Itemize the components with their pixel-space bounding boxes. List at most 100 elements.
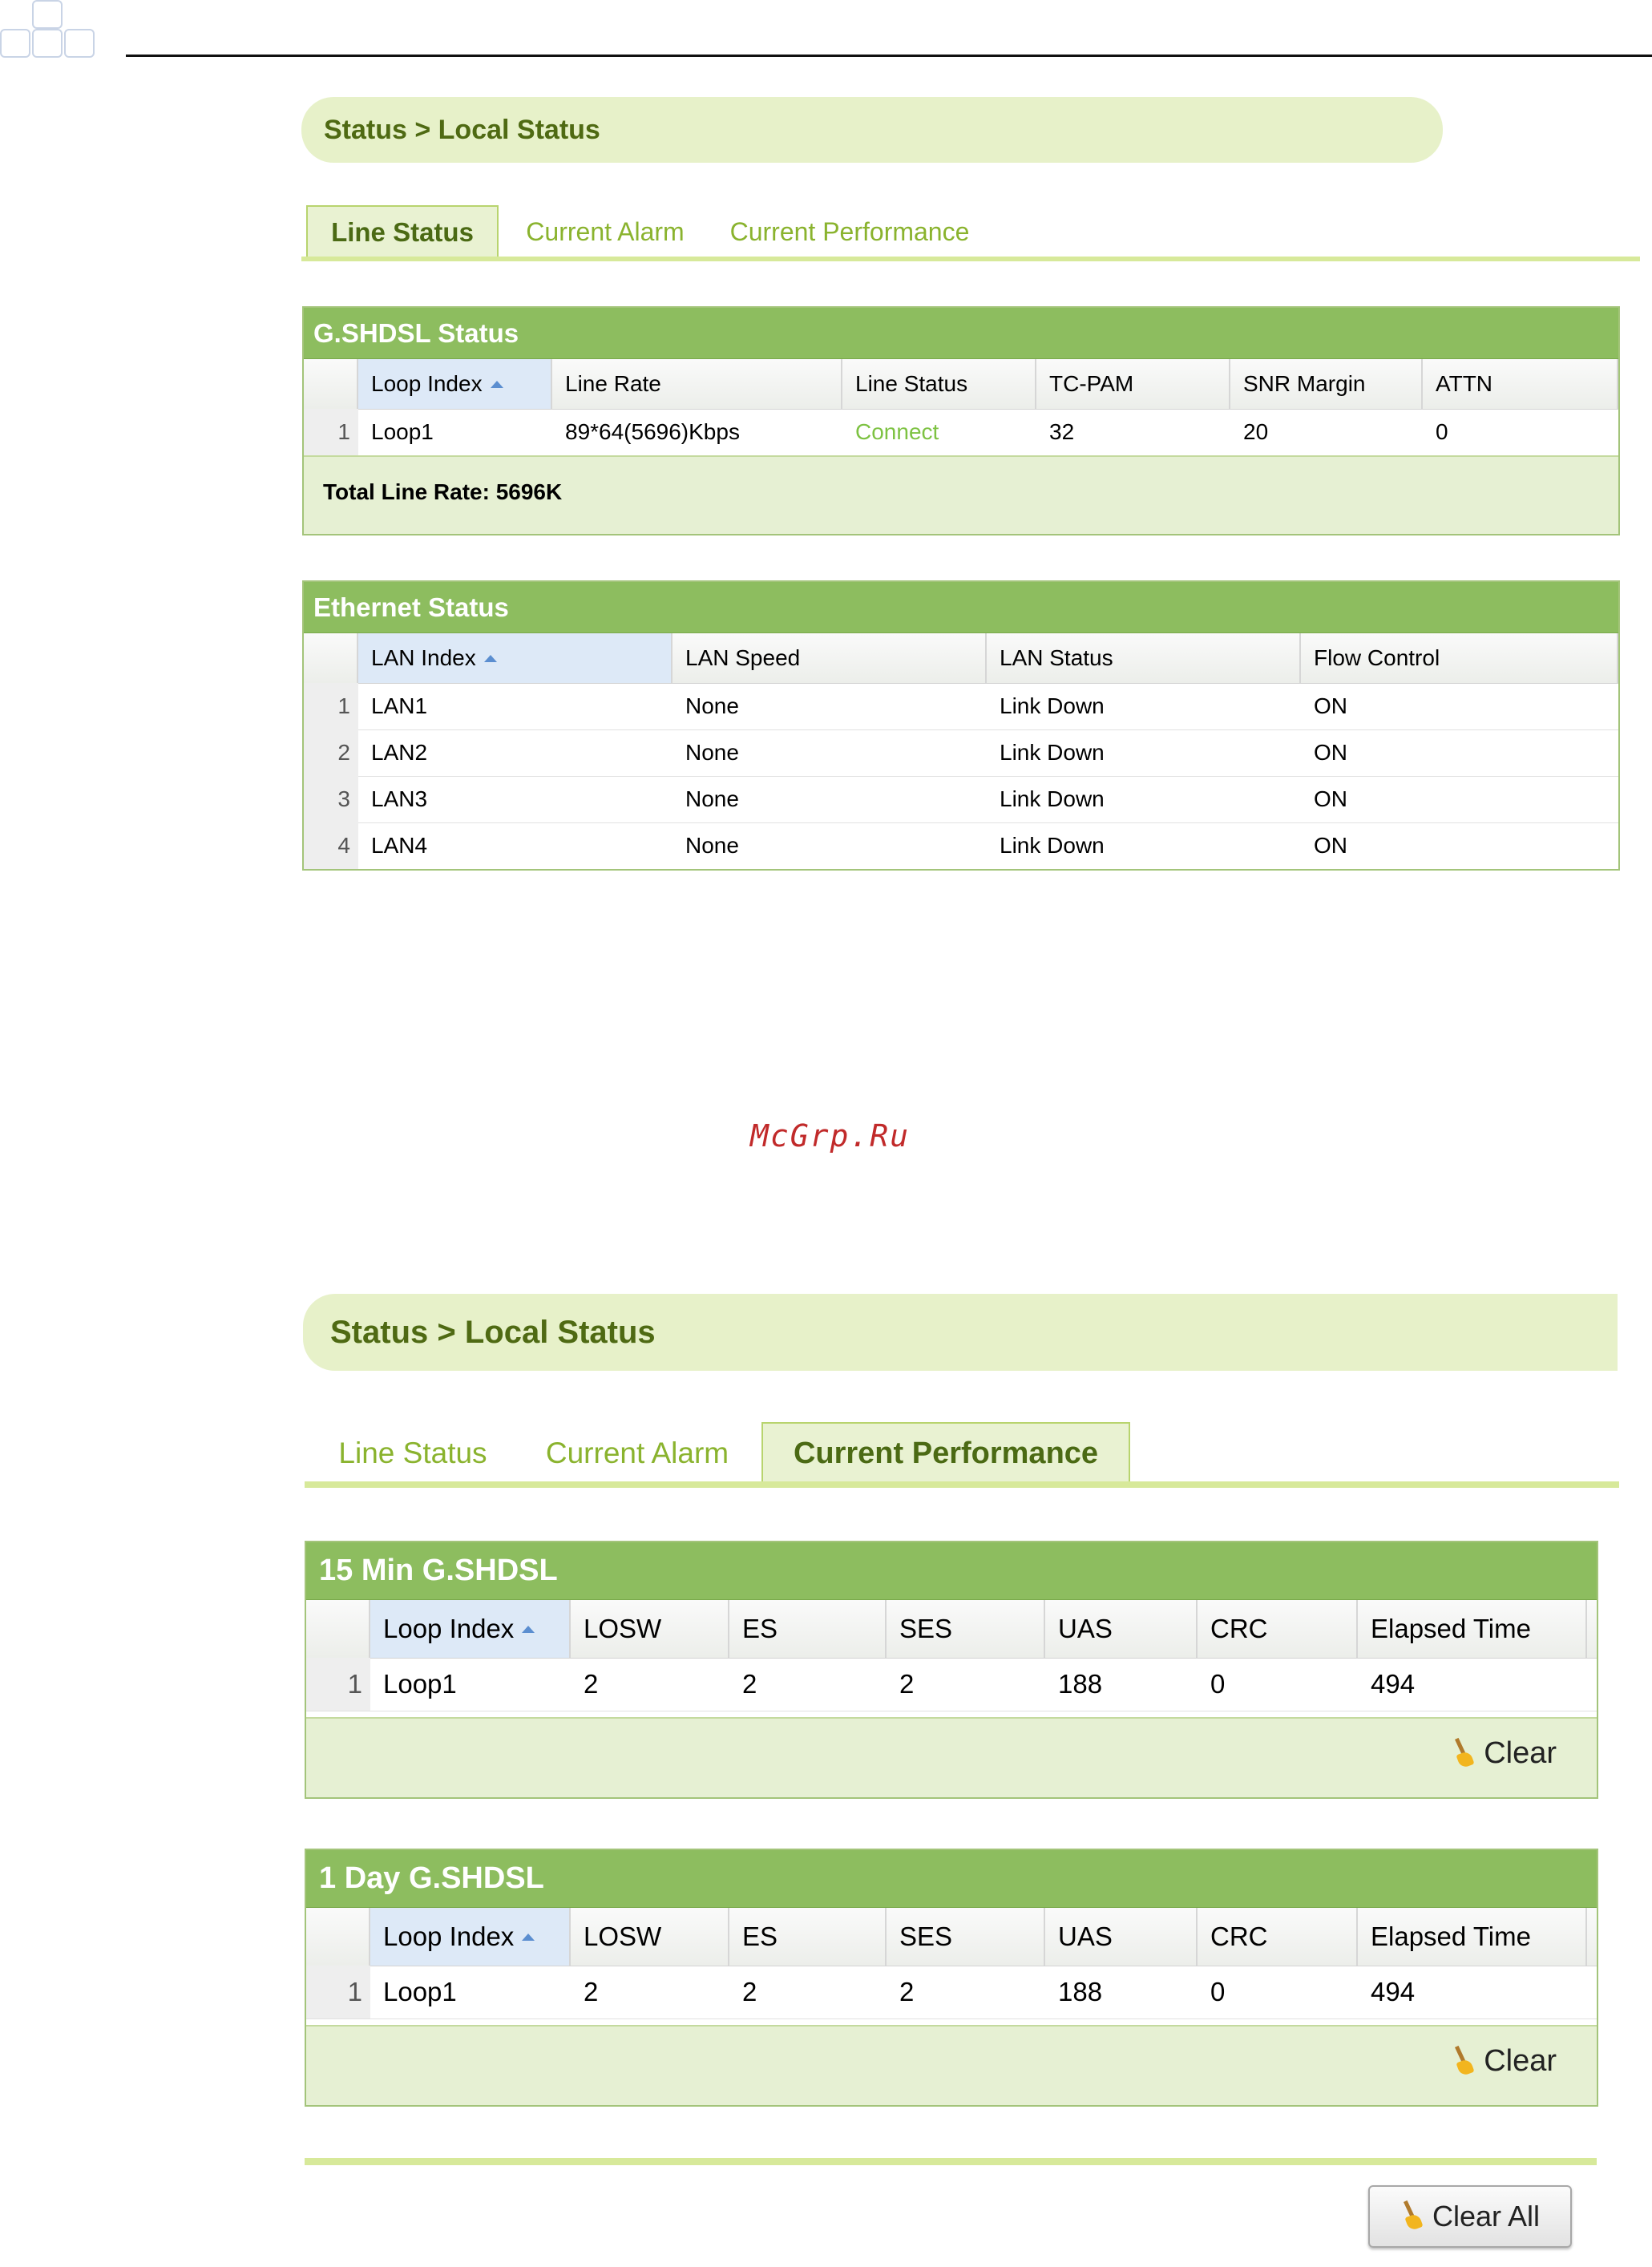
cell-crc: 0 xyxy=(1210,1977,1226,2006)
tab-label: Current Alarm xyxy=(545,1437,729,1469)
cell-lan-speed: None xyxy=(685,786,739,811)
col-label: ES xyxy=(742,1921,778,1951)
breadcrumb-text: Status > Local Status xyxy=(330,1314,656,1350)
clear-button[interactable]: Clear xyxy=(1452,1736,1557,1771)
table-row[interactable]: 1 LAN1 None Link Down ON xyxy=(304,683,1618,730)
col-label: UAS xyxy=(1058,1921,1113,1951)
rownum-header xyxy=(304,633,358,683)
col-elapsed-time[interactable]: Elapsed Time xyxy=(1358,1600,1587,1658)
cell-lan-index: LAN1 xyxy=(371,693,428,718)
col-uas[interactable]: UAS xyxy=(1045,1908,1198,1966)
col-line-rate[interactable]: Line Rate xyxy=(552,359,842,409)
row-number: 1 xyxy=(306,1658,370,1711)
col-label: LAN Index xyxy=(371,645,476,670)
row-number: 1 xyxy=(304,409,358,455)
cell-tc-pam: 32 xyxy=(1049,419,1075,444)
col-elapsed-time[interactable]: Elapsed Time xyxy=(1358,1908,1587,1966)
table-row[interactable]: 4 LAN4 None Link Down ON xyxy=(304,822,1618,869)
cell-lan-speed: None xyxy=(685,740,739,765)
col-flow-control[interactable]: Flow Control xyxy=(1301,633,1618,683)
cell-elapsed-time: 494 xyxy=(1371,1669,1416,1699)
panel-title: 15 Min G.SHDSL xyxy=(306,1542,1597,1600)
table-row[interactable]: 2 LAN2 None Link Down ON xyxy=(304,729,1618,777)
tab-current-performance[interactable]: Current Performance xyxy=(761,1422,1130,1483)
col-snr-margin[interactable]: SNR Margin xyxy=(1230,359,1423,409)
15min-gshdsl-panel: 15 Min G.SHDSL Loop Index LOSW ES SES UA… xyxy=(305,1541,1598,1799)
col-ses[interactable]: SES xyxy=(887,1600,1045,1658)
col-loop-index[interactable]: Loop Index xyxy=(370,1908,571,1966)
table-row[interactable]: 3 LAN3 None Link Down ON xyxy=(304,776,1618,823)
tab-line-status[interactable]: Line Status xyxy=(306,205,499,258)
clear-button[interactable]: Clear xyxy=(1452,2044,1557,2079)
cell-elapsed-time: 494 xyxy=(1371,1977,1416,2006)
tab-line-status[interactable]: Line Status xyxy=(313,1424,513,1483)
col-lan-status[interactable]: LAN Status xyxy=(987,633,1301,683)
clear-all-label: Clear All xyxy=(1432,2200,1541,2233)
row-number: 1 xyxy=(304,683,358,729)
cell-lan-index: LAN3 xyxy=(371,786,428,811)
sort-asc-icon xyxy=(522,1625,535,1633)
table-header: LAN Index LAN Speed LAN Status Flow Cont… xyxy=(304,633,1618,684)
tab-current-alarm[interactable]: Current Alarm xyxy=(521,1424,753,1483)
col-crc[interactable]: CRC xyxy=(1198,1908,1358,1966)
panel-footer: Total Line Rate: 5696K xyxy=(304,455,1618,534)
cell-loop-index: Loop1 xyxy=(383,1669,457,1699)
rownum-header xyxy=(306,1600,370,1658)
cell-snr-margin: 20 xyxy=(1243,419,1269,444)
row-number: 1 xyxy=(306,1966,370,2018)
tab-label: Current Alarm xyxy=(526,216,685,246)
tab-current-performance[interactable]: Current Performance xyxy=(713,205,986,258)
col-label: TC-PAM xyxy=(1049,371,1134,396)
rownum-header xyxy=(304,359,358,409)
cell-losw: 2 xyxy=(584,1669,599,1699)
tab-current-alarm[interactable]: Current Alarm xyxy=(505,205,705,258)
cell-loop-index: Loop1 xyxy=(371,419,434,444)
col-line-status[interactable]: Line Status xyxy=(842,359,1036,409)
clear-label: Clear xyxy=(1484,2044,1557,2078)
cell-flow-control: ON xyxy=(1314,833,1347,858)
col-lan-speed[interactable]: LAN Speed xyxy=(673,633,987,683)
cell-lan-status: Link Down xyxy=(1000,833,1105,858)
clear-all-button[interactable]: Clear All xyxy=(1368,2185,1572,2248)
col-tc-pam[interactable]: TC-PAM xyxy=(1036,359,1230,409)
sort-asc-icon xyxy=(490,380,503,388)
col-ses[interactable]: SES xyxy=(887,1908,1045,1966)
1day-gshdsl-panel: 1 Day G.SHDSL Loop Index LOSW ES SES UAS… xyxy=(305,1849,1598,2107)
tab-label: Current Performance xyxy=(793,1436,1099,1470)
col-es[interactable]: ES xyxy=(729,1908,887,1966)
col-es[interactable]: ES xyxy=(729,1600,887,1658)
cell-ses: 2 xyxy=(899,1669,915,1699)
broom-icon xyxy=(1452,2045,1476,2077)
table-row[interactable]: 1 Loop1 89*64(5696)Kbps Connect 32 20 0 xyxy=(304,409,1618,456)
col-label: SES xyxy=(899,1614,953,1643)
table-row[interactable]: 1 Loop1 2 2 2 188 0 494 xyxy=(306,1658,1597,1711)
total-line-rate: Total Line Rate: 5696K xyxy=(323,479,563,504)
col-uas[interactable]: UAS xyxy=(1045,1600,1198,1658)
cell-losw: 2 xyxy=(584,1977,599,2006)
col-label: SES xyxy=(899,1921,953,1951)
col-loop-index[interactable]: Loop Index xyxy=(358,359,552,409)
col-losw[interactable]: LOSW xyxy=(571,1600,729,1658)
col-crc[interactable]: CRC xyxy=(1198,1600,1358,1658)
breadcrumb: Status > Local Status xyxy=(303,1294,1618,1371)
tab-label: Line Status xyxy=(331,217,474,247)
col-label: Loop Index xyxy=(371,371,483,396)
col-loop-index[interactable]: Loop Index xyxy=(370,1600,571,1658)
gshdsl-status-panel: G.SHDSL Status Loop Index Line Rate Line… xyxy=(302,306,1620,535)
sort-asc-icon xyxy=(522,1933,535,1941)
broom-icon xyxy=(1400,2200,1424,2232)
panel-title: Ethernet Status xyxy=(304,582,1618,633)
row-number: 2 xyxy=(304,729,358,776)
cell-loop-index: Loop1 xyxy=(383,1977,457,2006)
col-label: Flow Control xyxy=(1314,645,1440,670)
col-label: ATTN xyxy=(1436,371,1493,396)
tab-underline xyxy=(301,257,1640,261)
col-lan-index[interactable]: LAN Index xyxy=(358,633,673,683)
panel-footer: Clear xyxy=(306,2025,1597,2105)
col-attn[interactable]: ATTN xyxy=(1423,359,1618,409)
rownum-header xyxy=(306,1908,370,1966)
col-losw[interactable]: LOSW xyxy=(571,1908,729,1966)
table-row[interactable]: 1 Loop1 2 2 2 188 0 494 xyxy=(306,1966,1597,2019)
cell-es: 2 xyxy=(742,1669,757,1699)
cell-lan-status: Link Down xyxy=(1000,693,1105,718)
